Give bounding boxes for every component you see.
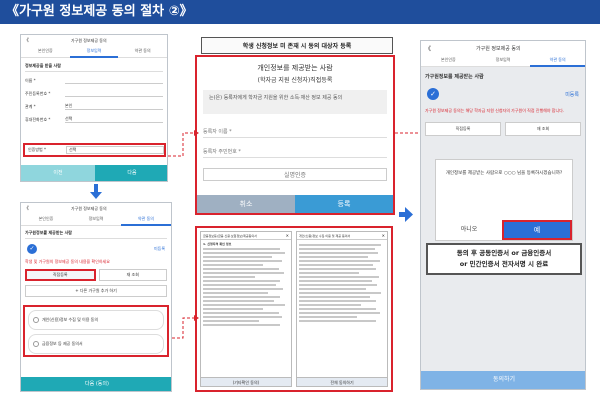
phone3-status-row: ✓ 미등록: [421, 82, 585, 106]
callout-line-2: or 민간인증서 전자서명 시 완료: [459, 260, 549, 268]
right-arrow-icon: [399, 207, 413, 222]
phone3-topbar: 《 가구원 정보제공 동의: [421, 41, 585, 55]
status-label: 미등록: [565, 91, 579, 98]
tab-terms[interactable]: 약관 동의: [530, 55, 585, 67]
requery-button[interactable]: 재 조회: [505, 122, 581, 136]
confirm-popup: 개인정보를 제공받는 사람으로 ○○○ 님을 등록하시겠습니까? 아니오 예: [435, 159, 573, 241]
phone3-tabs: 본인인증 정보입력 약관 동의: [421, 55, 585, 67]
phone3-warning: 가구원 정보제공 동의는 해당 학자금 지원 신청자의 가구원이 직접 진행해야…: [425, 108, 565, 113]
tab-auth[interactable]: 본인인증: [421, 55, 476, 67]
phone3-section: 가구원정보를 제공받는 사람: [425, 74, 484, 80]
completion-callout: 동의 후 공동인증서 or 금융인증서 or 민간인증서 전자서명 시 완료: [426, 243, 582, 275]
phone3-title: 가구원 정보제공 동의: [476, 46, 521, 52]
popup-buttons: 아니오 예: [436, 220, 572, 240]
agree-submit-button[interactable]: 동의하기: [421, 371, 585, 389]
popup-yes-button[interactable]: 예: [502, 220, 572, 240]
check-icon: ✓: [427, 88, 439, 100]
direct-register-button[interactable]: 직접등록: [425, 122, 501, 136]
popup-message: 개인정보를 제공받는 사람으로 ○○○ 님을 등록하시겠습니까?: [445, 171, 563, 176]
connector-to-dialog: [168, 130, 199, 157]
back-icon[interactable]: 《: [425, 44, 431, 53]
popup-no-button[interactable]: 아니오: [436, 220, 502, 240]
tab-info[interactable]: 정보입력: [475, 55, 531, 67]
callout-line-1: 동의 후 공동인증서 or 금융인증서: [456, 249, 552, 257]
phone3-btn-row: 직접등록 재 조회: [421, 116, 585, 142]
phone-screen-confirm: 《 가구원 정보제공 동의 본인인증 정보입력 약관 동의 가구원정보를 제공받…: [420, 40, 586, 390]
connector-to-documents: [172, 315, 199, 339]
